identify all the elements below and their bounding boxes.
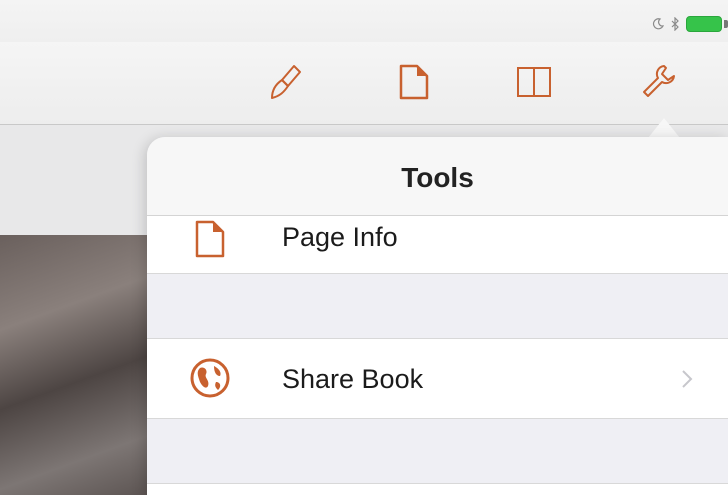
page-button[interactable] — [392, 60, 436, 104]
popover-header: Tools — [147, 137, 728, 216]
popover-title: Tools — [401, 162, 474, 193]
moon-icon — [652, 18, 664, 30]
menu-item-label: Share Book — [282, 364, 424, 394]
menu-item-label: Page Info — [282, 222, 398, 252]
tools-button[interactable] — [636, 60, 680, 104]
menu-item-page-info[interactable]: Page Info — [147, 216, 728, 274]
book-icon — [517, 67, 551, 97]
status-bar — [0, 0, 728, 42]
chevron-right-icon — [682, 370, 693, 388]
tools-popover: Tools Page Info Share Book — [147, 137, 728, 495]
book-button[interactable] — [512, 60, 556, 104]
bluetooth-icon — [671, 17, 679, 31]
wrench-icon — [643, 65, 675, 97]
popover-arrow — [648, 118, 680, 138]
battery-icon — [686, 16, 722, 32]
menu-item-next[interactable] — [147, 483, 728, 495]
menu-item-share-book[interactable]: Share Book — [147, 338, 728, 419]
globe-icon — [190, 358, 230, 398]
page-icon — [195, 220, 225, 258]
page-icon — [399, 64, 429, 100]
background-photo — [0, 235, 160, 495]
paintbrush-icon — [271, 65, 301, 99]
toolbar — [0, 42, 728, 125]
status-icons — [652, 14, 728, 34]
globe-icon-container — [187, 355, 233, 401]
paintbrush-button[interactable] — [262, 60, 306, 104]
page-icon-container — [187, 216, 233, 262]
battery-tip — [724, 20, 728, 28]
